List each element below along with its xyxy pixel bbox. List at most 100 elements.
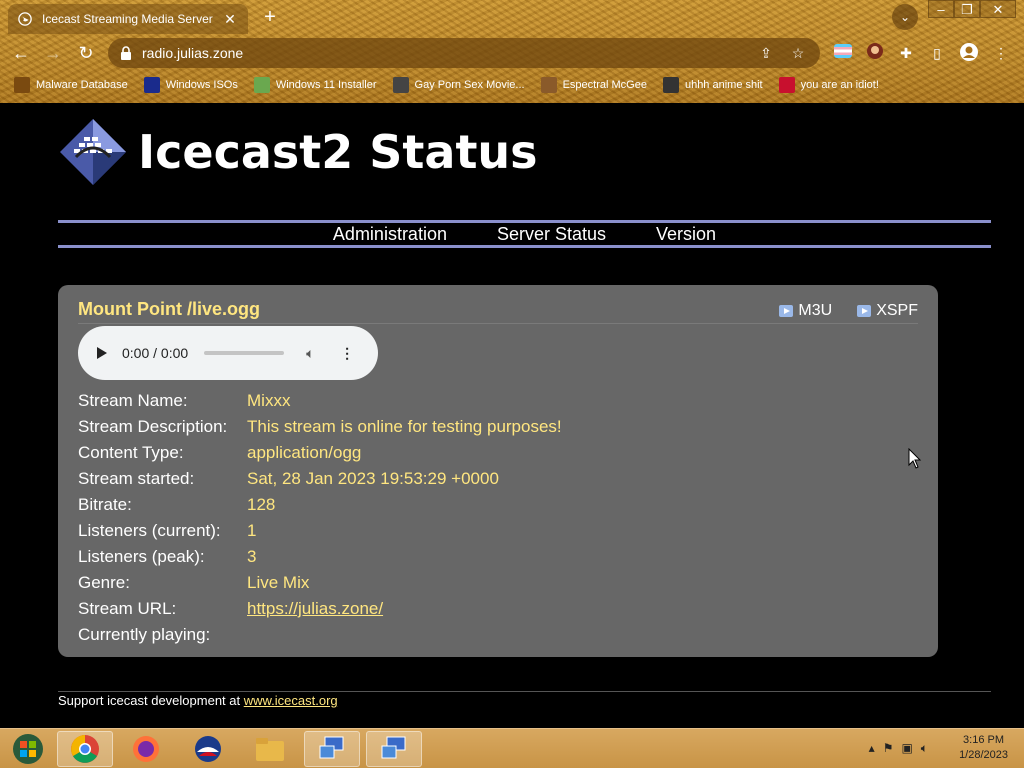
info-value: 1	[247, 521, 257, 540]
browser-chrome: Icecast Streaming Media Server ✕ + ⌄ – ❐…	[0, 0, 1024, 103]
nav-version[interactable]: Version	[656, 224, 716, 245]
volume-icon[interactable]: 🔈︎	[921, 741, 928, 756]
info-row: Content Type: application/ogg	[78, 440, 918, 466]
windows-orb-icon	[13, 734, 43, 764]
info-key: Listeners (peak):	[78, 547, 205, 566]
puzzle-extensions-icon[interactable]: ✚	[895, 42, 917, 64]
bookmark-item[interactable]: Espectral McGee	[540, 77, 647, 93]
address-bar[interactable]: radio.julias.zone ⇪ ☆	[108, 38, 820, 68]
main-nav: Administration Server Status Version	[58, 220, 991, 248]
info-key: Content Type:	[78, 443, 184, 462]
bookmark-label: you are an idiot!	[800, 79, 879, 91]
m3u-link[interactable]: M3U	[778, 302, 832, 320]
info-key: Bitrate:	[78, 495, 132, 514]
taskbar: ▴ ⚑ ▣ 🔈︎ 3:16 PM 1/28/2023	[0, 728, 1024, 768]
more-options-icon[interactable]: ⋮	[340, 345, 354, 362]
profile-icon[interactable]	[958, 42, 980, 64]
reload-button[interactable]: ↻	[75, 42, 97, 64]
mouse-cursor-icon	[908, 448, 922, 469]
info-row: Currently playing:	[78, 622, 918, 648]
bookmark-item[interactable]: Windows 11 Installer	[253, 77, 377, 93]
info-key: Stream URL:	[78, 599, 177, 618]
page-content: Icecast2 Status Administration Server St…	[0, 103, 1024, 728]
info-value: Sat, 28 Jan 2023 19:53:29 +0000	[247, 469, 499, 488]
taskbar-explorer[interactable]	[242, 731, 298, 767]
bookmark-item[interactable]: you are an idiot!	[778, 77, 879, 93]
info-row: Stream Description: This stream is online…	[78, 414, 918, 440]
info-row: Stream started: Sat, 28 Jan 2023 19:53:29…	[78, 466, 918, 492]
stream-info: Stream Name: Mixxx Stream Description: This…	[78, 388, 918, 648]
avatar-extension-icon[interactable]	[864, 42, 886, 64]
forward-button[interactable]: →	[42, 42, 64, 64]
info-key: Stream started:	[78, 469, 195, 488]
bookmark-favicon-icon	[143, 77, 160, 93]
xspf-link[interactable]: XSPF	[856, 302, 918, 320]
action-center-flag-icon[interactable]: ⚑	[883, 741, 894, 756]
nav-server-status[interactable]: Server Status	[497, 224, 606, 245]
bookmark-item[interactable]: Gay Porn Sex Movie...	[392, 77, 525, 93]
stream-url-link[interactable]: https://julias.zone/	[247, 599, 383, 619]
tab-search-button[interactable]: ⌄	[892, 4, 918, 30]
playlist-links: M3U XSPF	[778, 302, 918, 320]
footer-text: Support icecast development at	[58, 693, 244, 708]
bookmark-item[interactable]: uhhh anime shit	[662, 77, 763, 93]
taskbar-remote-1[interactable]	[304, 731, 360, 767]
bookmark-item[interactable]: Windows ISOs	[143, 77, 238, 93]
clock[interactable]: 3:16 PM 1/28/2023	[959, 733, 1008, 763]
tunein-icon	[857, 305, 872, 317]
taskbar-remote-2[interactable]	[366, 731, 422, 767]
tunein-icon	[779, 305, 794, 317]
icecast-logo-icon	[60, 119, 126, 185]
chrome-icon	[71, 735, 99, 763]
icecast-link[interactable]: www.icecast.org	[244, 693, 338, 708]
info-row: Listeners (current): 1	[78, 518, 918, 544]
mount-title: Mount Point /live.ogg	[78, 299, 260, 319]
network-icon[interactable]: ▣	[901, 741, 912, 756]
page-title: Icecast2 Status	[138, 125, 538, 179]
browser-toolbar: ← → ↻ radio.julias.zone ⇪ ☆ ✚ ▯ ⋮	[0, 36, 1024, 70]
minimize-button[interactable]: –	[928, 0, 954, 18]
play-icon[interactable]	[96, 346, 108, 360]
browser-tab[interactable]: Icecast Streaming Media Server ✕	[8, 4, 248, 34]
taskbar-app[interactable]	[180, 731, 236, 767]
remote-desktop-icon	[319, 736, 344, 759]
bookmark-label: Malware Database	[36, 79, 128, 91]
bookmark-star-icon[interactable]: ☆	[788, 45, 808, 62]
info-key: Stream Name:	[78, 391, 188, 410]
bookmark-favicon-icon	[540, 77, 557, 93]
bookmark-favicon-icon	[778, 77, 795, 93]
bookmark-favicon-icon	[392, 77, 409, 93]
flag-extension-icon[interactable]	[832, 42, 854, 64]
seek-bar[interactable]	[204, 351, 285, 355]
info-value: Mixxx	[247, 391, 291, 410]
page-header: Icecast2 Status	[58, 117, 538, 187]
restore-button[interactable]: ❐	[954, 0, 980, 18]
bookmark-favicon-icon	[14, 77, 30, 93]
info-row: Stream URL: https://julias.zone/	[78, 596, 918, 622]
globe-icon	[18, 12, 32, 26]
start-button[interactable]	[0, 731, 56, 767]
app-logo-icon	[195, 736, 221, 762]
bookmark-label: Espectral McGee	[562, 79, 647, 91]
bookmark-label: Gay Porn Sex Movie...	[414, 79, 525, 91]
tray-expand-icon[interactable]: ▴	[869, 741, 875, 756]
close-window-button[interactable]: ✕	[980, 0, 1016, 18]
mount-point-panel: Mount Point /live.ogg M3U XSPF 0:00 / 0:…	[58, 285, 938, 657]
close-tab-icon[interactable]: ✕	[222, 11, 238, 28]
footer: Support icecast development at www.iceca…	[58, 693, 338, 708]
side-panel-icon[interactable]: ▯	[926, 42, 948, 64]
bookmark-label: Windows ISOs	[165, 79, 238, 91]
info-value: application/ogg	[247, 443, 362, 462]
taskbar-chrome[interactable]	[57, 731, 113, 767]
nav-administration[interactable]: Administration	[333, 224, 447, 245]
volume-icon[interactable]: 🔈︎	[306, 345, 324, 362]
bookmark-item[interactable]: Malware Database	[14, 77, 128, 93]
back-button[interactable]: ←	[10, 42, 32, 64]
info-row: Listeners (peak): 3	[78, 544, 918, 570]
taskbar-firefox[interactable]	[118, 731, 174, 767]
mount-header: Mount Point /live.ogg M3U XSPF	[78, 299, 918, 324]
tab-title: Icecast Streaming Media Server	[42, 12, 213, 26]
new-tab-button[interactable]: +	[258, 6, 282, 29]
browser-menu-icon[interactable]: ⋮	[990, 42, 1012, 64]
share-icon[interactable]: ⇪	[756, 45, 776, 62]
